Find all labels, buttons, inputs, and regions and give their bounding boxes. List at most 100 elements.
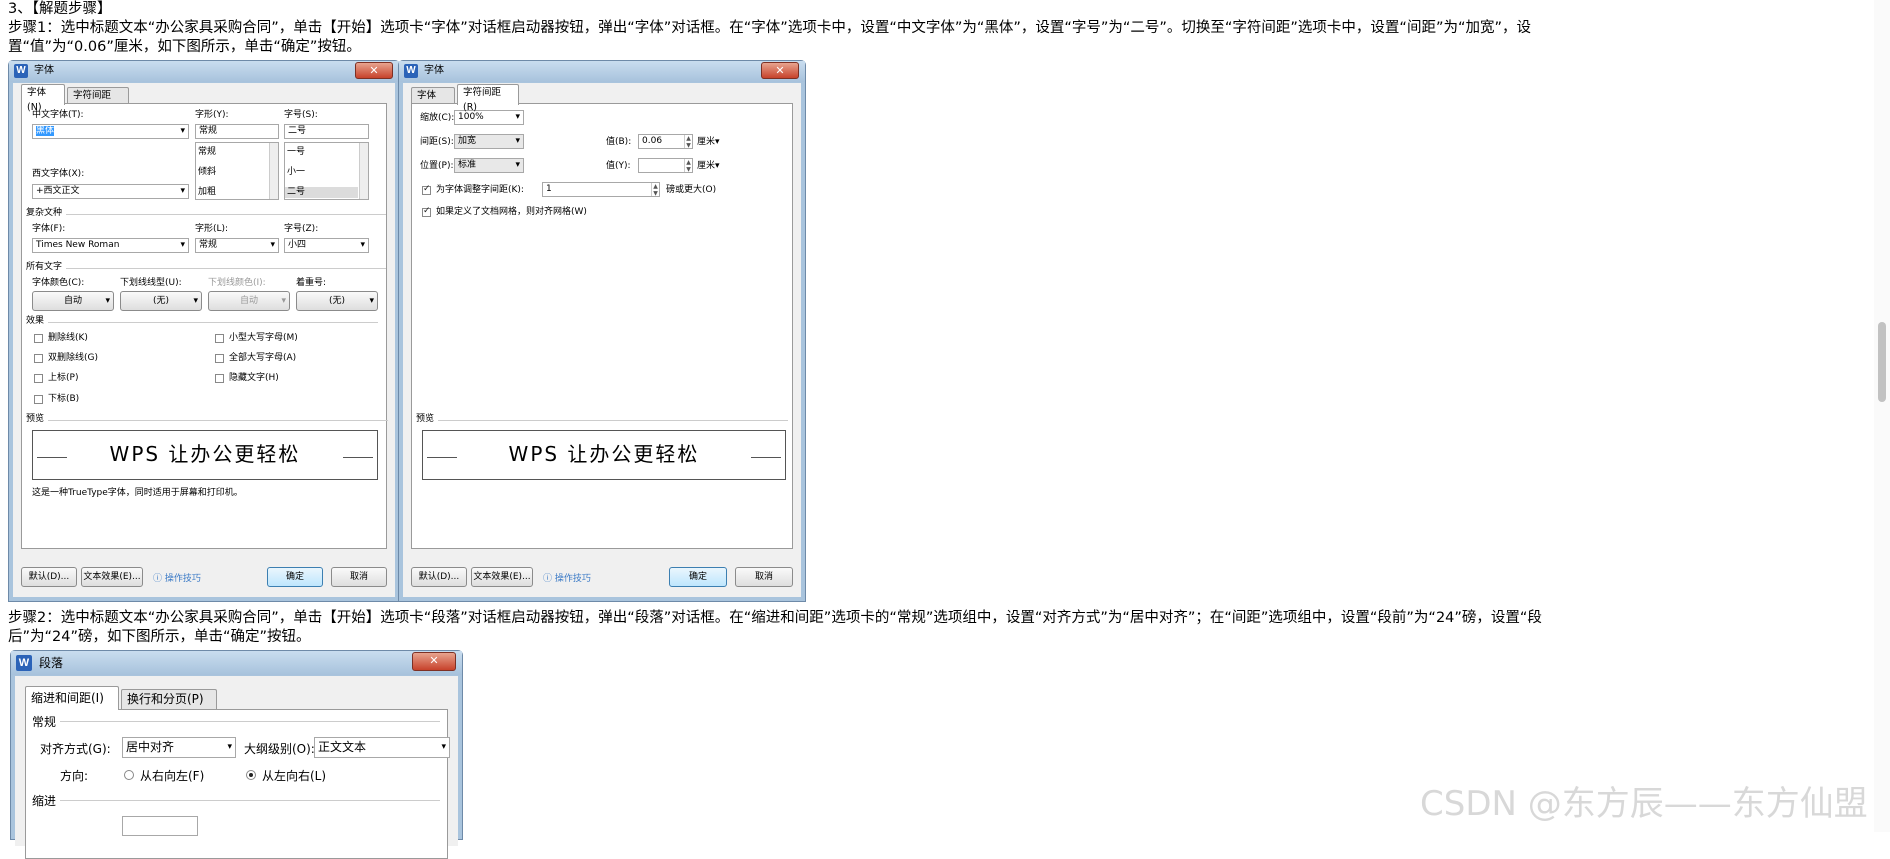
list-item[interactable]: 常规 [198, 147, 216, 158]
effect-label: 全部大写字母(A) [229, 353, 297, 363]
list-item[interactable]: 倾斜 [198, 167, 216, 178]
close-icon[interactable]: ✕ [355, 62, 393, 79]
kerning-value: 1 [546, 184, 552, 194]
position-select[interactable]: 标准 [454, 158, 524, 173]
kerning-checkbox[interactable] [422, 184, 431, 195]
list-item-selected[interactable]: 二号 [285, 187, 358, 198]
underline-label: 下划线线型(U): [120, 278, 182, 288]
strikethrough-checkbox[interactable] [34, 334, 43, 343]
spin-arrows-icon[interactable]: ▲ ▼ [651, 183, 659, 196]
default-button[interactable]: 默认(D)... [21, 567, 77, 587]
cstyle-label: 字形(L): [195, 224, 229, 234]
tab-font[interactable]: 字体(N) [21, 84, 65, 113]
effect-label: 隐藏文字(H) [229, 373, 279, 383]
list-item[interactable]: 一号 [287, 147, 305, 158]
tab-indent-spacing[interactable]: 缩进和间距(I) [25, 686, 119, 710]
size-input[interactable]: 二号 [284, 124, 369, 139]
indent-input[interactable] [122, 816, 198, 836]
step2-line1: 步骤2：选中标题文本“办公家具采购合同”，单击【开始】选项卡“段落”对话框启动器… [8, 610, 1542, 626]
small-caps-checkbox[interactable] [215, 334, 224, 343]
font-dialog-titlebar[interactable]: W 字体 ✕ [9, 61, 399, 82]
size-list[interactable]: 一号 小一 二号 [284, 142, 369, 200]
spacing-select[interactable]: 加宽 [454, 134, 524, 149]
scrollbar-thumb[interactable] [1878, 322, 1886, 402]
underline-dropdown[interactable]: (无) [120, 291, 202, 311]
paragraph-dialog: W 段落 ✕ 缩进和间距(I) 换行和分页(P) 常规 对齐方式(G): 居中对… [10, 650, 463, 859]
emph-dropdown[interactable]: (无) [296, 291, 378, 311]
subscript-checkbox[interactable] [34, 395, 43, 404]
effect-label: 小型大写字母(M) [229, 333, 298, 343]
truetype-note: 这是一种TrueType字体，同时适用于屏幕和打印机。 [32, 488, 243, 498]
style-list[interactable]: 常规 倾斜 加粗 [195, 142, 279, 200]
tips-link[interactable]: ⓘ 操作技巧 [543, 571, 591, 584]
position-label: 位置(P): [420, 161, 454, 171]
spin-arrows-icon[interactable]: ▲ ▼ [684, 159, 692, 172]
style-input[interactable]: 常规 [195, 124, 279, 139]
tab-font[interactable]: 字体(N) [411, 87, 455, 116]
cstyle-select[interactable]: 常规 [195, 238, 279, 253]
kerning-input[interactable]: 1 ▲ ▼ [542, 182, 660, 197]
align-select[interactable]: 居中对齐 [122, 737, 236, 758]
west-font-label: 西文字体(X): [32, 169, 85, 179]
step1-line1: 步骤1：选中标题文本“办公家具采购合同”，单击【开始】选项卡“字体”对话框启动器… [8, 20, 1531, 36]
font-spacing-dialog: W 字体 ✕ 字体(N) 字符间距(R) 缩放(C): 100% 间距(S): … [398, 60, 806, 602]
list-item[interactable]: 小一 [287, 167, 305, 178]
close-icon[interactable]: ✕ [761, 62, 799, 79]
default-button[interactable]: 默认(D)... [411, 567, 467, 587]
tab-line-page[interactable]: 换行和分页(P) [121, 689, 217, 710]
tab-spacing[interactable]: 字符间距(R) [457, 84, 519, 113]
indent-group-label: 缩进 [32, 794, 441, 808]
spin-arrows-icon[interactable]: ▲ ▼ [684, 135, 692, 148]
value-y-input[interactable]: ▲ ▼ [638, 158, 693, 173]
superscript-checkbox[interactable] [34, 374, 43, 383]
direction-label: 方向: [60, 769, 89, 783]
scrollbar[interactable] [269, 143, 278, 199]
cancel-button[interactable]: 取消 [735, 567, 793, 587]
ok-button[interactable]: 确定 [267, 567, 323, 587]
unit-dropdown[interactable]: 厘米▾ [697, 137, 720, 148]
unit-dropdown[interactable]: 厘米▾ [697, 161, 720, 172]
west-font-select[interactable]: +西文正文 [32, 184, 189, 199]
wps-logo-icon: W [404, 64, 418, 78]
double-strike-checkbox[interactable] [34, 354, 43, 363]
paragraph-dialog-titlebar[interactable]: W 段落 ✕ [11, 651, 462, 675]
dialog-title: 字体 [424, 65, 444, 76]
hidden-checkbox[interactable] [215, 374, 224, 383]
wps-logo-icon: W [16, 655, 32, 671]
cancel-button[interactable]: 取消 [331, 567, 387, 587]
cfont-select[interactable]: Times New Roman [32, 238, 189, 253]
value-b-text: 0.06 [642, 136, 663, 146]
ucolor-dropdown: 自动 [208, 291, 290, 311]
text-effects-button[interactable]: 文本效果(E)... [471, 567, 533, 587]
close-icon[interactable]: ✕ [412, 652, 456, 671]
page-scrollbar[interactable] [1874, 0, 1890, 832]
info-icon: ⓘ [543, 574, 555, 584]
effect-label: 上标(P) [48, 373, 79, 383]
snap-grid-label: 如果定义了文档网格，则对齐网格(W) [436, 207, 587, 217]
value-b-label: 值(B): [606, 137, 632, 147]
text-effects-button[interactable]: 文本效果(E)... [81, 567, 143, 587]
size-label: 字号(S): [284, 110, 318, 120]
ok-button[interactable]: 确定 [669, 567, 727, 587]
step2-line2: 后”为“24”磅，如下图所示，单击“确定”按钮。 [8, 629, 311, 645]
spacing-dialog-titlebar[interactable]: W 字体 ✕ [399, 61, 805, 82]
snap-grid-checkbox[interactable] [422, 206, 431, 217]
list-item[interactable]: 加粗 [198, 187, 216, 198]
scrollbar[interactable] [359, 143, 368, 199]
preview-box: WPS 让办公更轻松 [422, 430, 786, 480]
kerning-label: 为字体调整字间距(K): [436, 185, 524, 195]
tab-spacing[interactable]: 字符间距(R) [67, 87, 129, 116]
csize-select[interactable]: 小四 [284, 238, 369, 253]
info-icon: ⓘ [153, 574, 165, 584]
value-b-input[interactable]: 0.06 ▲ ▼ [638, 134, 693, 149]
tips-link[interactable]: ⓘ 操作技巧 [153, 571, 201, 584]
all-caps-checkbox[interactable] [215, 354, 224, 363]
ltr-radio[interactable] [246, 770, 256, 780]
outline-select[interactable]: 正文文本 [314, 737, 450, 758]
cfont-label: 字体(F): [32, 224, 66, 234]
tips-label: 操作技巧 [164, 574, 201, 584]
step1-line2: 置“值”为“0.06”厘米，如下图所示，单击“确定”按钮。 [8, 39, 361, 55]
cn-font-select[interactable]: 黑体 [32, 124, 189, 139]
color-dropdown[interactable]: 自动 [32, 291, 114, 311]
rtl-radio[interactable] [124, 770, 134, 780]
